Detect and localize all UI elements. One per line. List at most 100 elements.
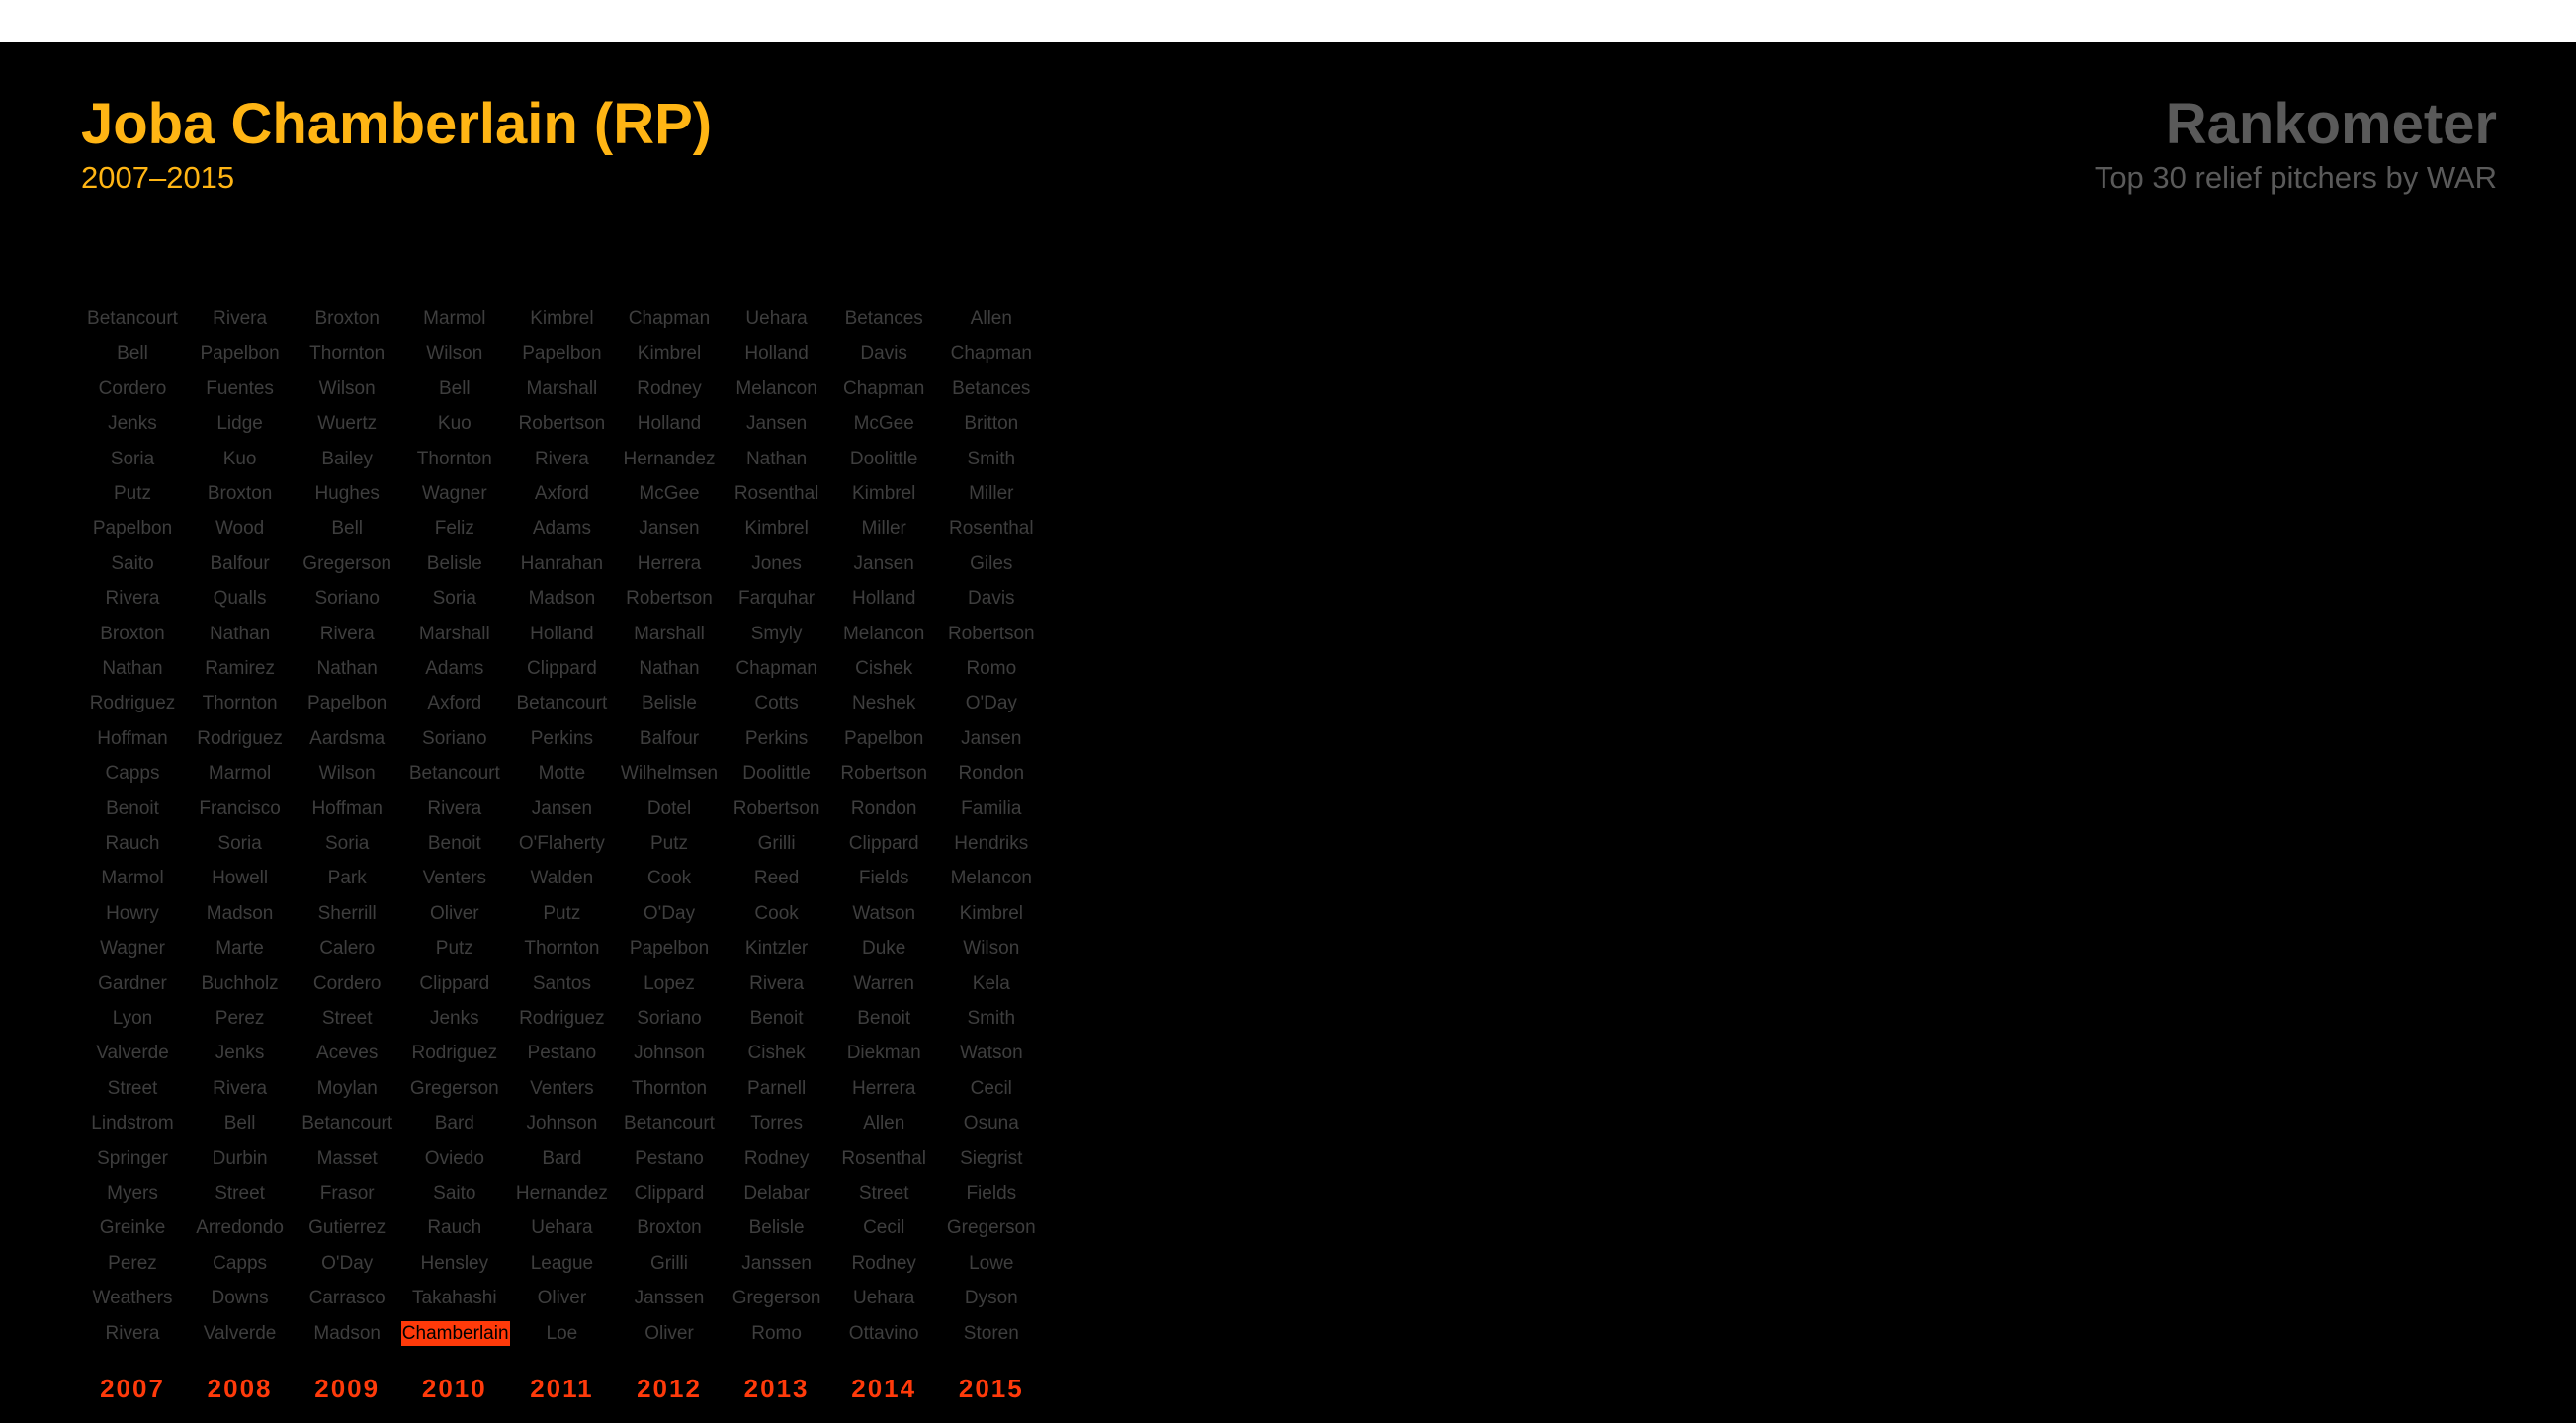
rank-cell: Nathan — [209, 623, 271, 644]
rank-cell: Wuertz — [317, 413, 378, 435]
rank-cell: Rodriguez — [197, 727, 283, 749]
rank-cell: Belisle — [748, 1217, 805, 1239]
rank-cell: Masset — [316, 1147, 378, 1169]
rank-cell: Hoffman — [97, 727, 168, 749]
rank-cell: Cecil — [863, 1217, 905, 1239]
rank-cell: Smith — [967, 1008, 1016, 1029]
rank-cell: Rodriguez — [411, 1043, 498, 1064]
rank-cell: Benoit — [857, 1008, 911, 1029]
rank-cell: Johnson — [634, 1043, 705, 1064]
rank-cell: Betancourt — [624, 1113, 715, 1134]
rank-cell: Wagner — [100, 938, 165, 960]
rank-cell: Howry — [106, 902, 159, 924]
rank-cell: Janssen — [634, 1288, 705, 1309]
rank-cell: Axford — [534, 483, 589, 504]
rank-cell: Marshall — [418, 623, 490, 644]
rank-cell: Downs — [211, 1288, 269, 1309]
rank-cell: Reed — [753, 868, 800, 889]
rank-cell: Bailey — [321, 448, 374, 469]
rank-cell: Venters — [530, 1077, 594, 1099]
rank-cell: Betances — [844, 308, 923, 329]
rank-cell: O'Day — [321, 1252, 374, 1274]
rank-cell: Carrasco — [308, 1288, 386, 1309]
rank-cell: Dotel — [646, 797, 692, 819]
rank-cell: Adams — [425, 658, 484, 679]
rank-cell: Cecil — [970, 1077, 1012, 1099]
rank-cell: Papelbon — [307, 693, 387, 714]
rank-cell: Cook — [754, 902, 799, 924]
rank-cell: Hoffman — [311, 797, 383, 819]
rank-cell: Street — [107, 1077, 158, 1099]
rank-cell: Cordero — [312, 972, 382, 994]
rank-cell: Thornton — [631, 1077, 708, 1099]
rank-cell: Rivera — [534, 448, 589, 469]
rank-cell: Melancon — [735, 377, 817, 399]
rank-cell: Doolittle — [849, 448, 918, 469]
rank-cell: Soria — [217, 833, 262, 854]
rank-cell: Rodney — [851, 1252, 916, 1274]
rank-cell: Chapman — [950, 343, 1032, 365]
rank-cell: Buchholz — [201, 972, 279, 994]
rank-cell: Qualls — [213, 588, 267, 610]
rank-cell: Nathan — [639, 658, 700, 679]
year-label: 2009 — [314, 1374, 381, 1403]
rank-cell: Hensley — [420, 1252, 489, 1274]
rank-cell: Hernandez — [515, 1183, 608, 1204]
rank-cell: Cook — [646, 868, 692, 889]
rank-cell: Loe — [546, 1322, 578, 1344]
rank-cell: O'Day — [965, 693, 1017, 714]
rank-cell: Wilson — [426, 343, 483, 365]
rank-cell: Park — [327, 868, 367, 889]
rank-cell: Street — [321, 1008, 373, 1029]
rank-cell: Rivera — [213, 308, 268, 329]
rank-cell: Balfour — [210, 552, 270, 574]
rank-cell: Thornton — [416, 448, 492, 469]
rank-cell: Balfour — [639, 727, 700, 749]
rank-cell: Wood — [215, 518, 265, 540]
rank-cell: Clippard — [419, 972, 490, 994]
rank-cell: Takahashi — [412, 1288, 497, 1309]
rank-cell: Rodriguez — [519, 1008, 605, 1029]
rank-cell: Broxton — [637, 1217, 702, 1239]
rank-cell: League — [530, 1252, 594, 1274]
rank-cell: Rivera — [105, 588, 160, 610]
rank-cell: Smyly — [750, 623, 803, 644]
rank-cell: Farquhar — [738, 588, 816, 610]
rank-cell: Chapman — [842, 377, 925, 399]
rank-cell: Romo — [751, 1322, 802, 1344]
rank-cell: Fields — [858, 868, 909, 889]
chart-stage: Joba Chamberlain (RP) 2007–2015 Rankomet… — [0, 42, 2576, 1423]
rank-cell: Betancourt — [516, 693, 608, 714]
rank-cell: Oliver — [537, 1288, 587, 1309]
rank-cell: Perkins — [744, 727, 809, 749]
rank-cell: Nathan — [102, 658, 163, 679]
rank-cell: Lyon — [112, 1008, 153, 1029]
rank-cell: Melancon — [842, 623, 925, 644]
rank-cell: Durbin — [212, 1147, 268, 1169]
rank-cell: Broxton — [314, 308, 380, 329]
rank-cell: Papelbon — [92, 518, 173, 540]
rank-cell: Benoit — [749, 1008, 804, 1029]
rank-cell: Sherrill — [317, 902, 377, 924]
rank-cell: Kimbrel — [744, 518, 809, 540]
rank-cell: Hendriks — [954, 833, 1029, 854]
rank-cell: Ottavino — [848, 1322, 919, 1344]
rank-cell: Springer — [97, 1147, 168, 1169]
rank-cell: Rosenthal — [949, 518, 1034, 540]
rank-cell: Hernandez — [623, 448, 716, 469]
rank-cell: Valverde — [96, 1043, 169, 1064]
rank-cell: Hughes — [314, 483, 380, 504]
top-white-bar — [0, 0, 2576, 42]
rank-cell: Arredondo — [196, 1217, 284, 1239]
rank-cell: Ramirez — [205, 658, 275, 679]
rank-cell: Wagner — [421, 483, 487, 504]
rank-cell: Frasor — [319, 1183, 375, 1204]
rank-cell: Storen — [963, 1322, 1019, 1344]
rank-cell: Marshall — [634, 623, 705, 644]
rank-cell: Feliz — [434, 518, 474, 540]
rank-cell: Kuo — [437, 413, 472, 435]
rank-cell: Marshall — [526, 377, 598, 399]
rank-cell: Osuna — [963, 1113, 1019, 1134]
rank-cell: Bell — [117, 343, 148, 365]
rank-cell: Hanrahan — [520, 552, 604, 574]
